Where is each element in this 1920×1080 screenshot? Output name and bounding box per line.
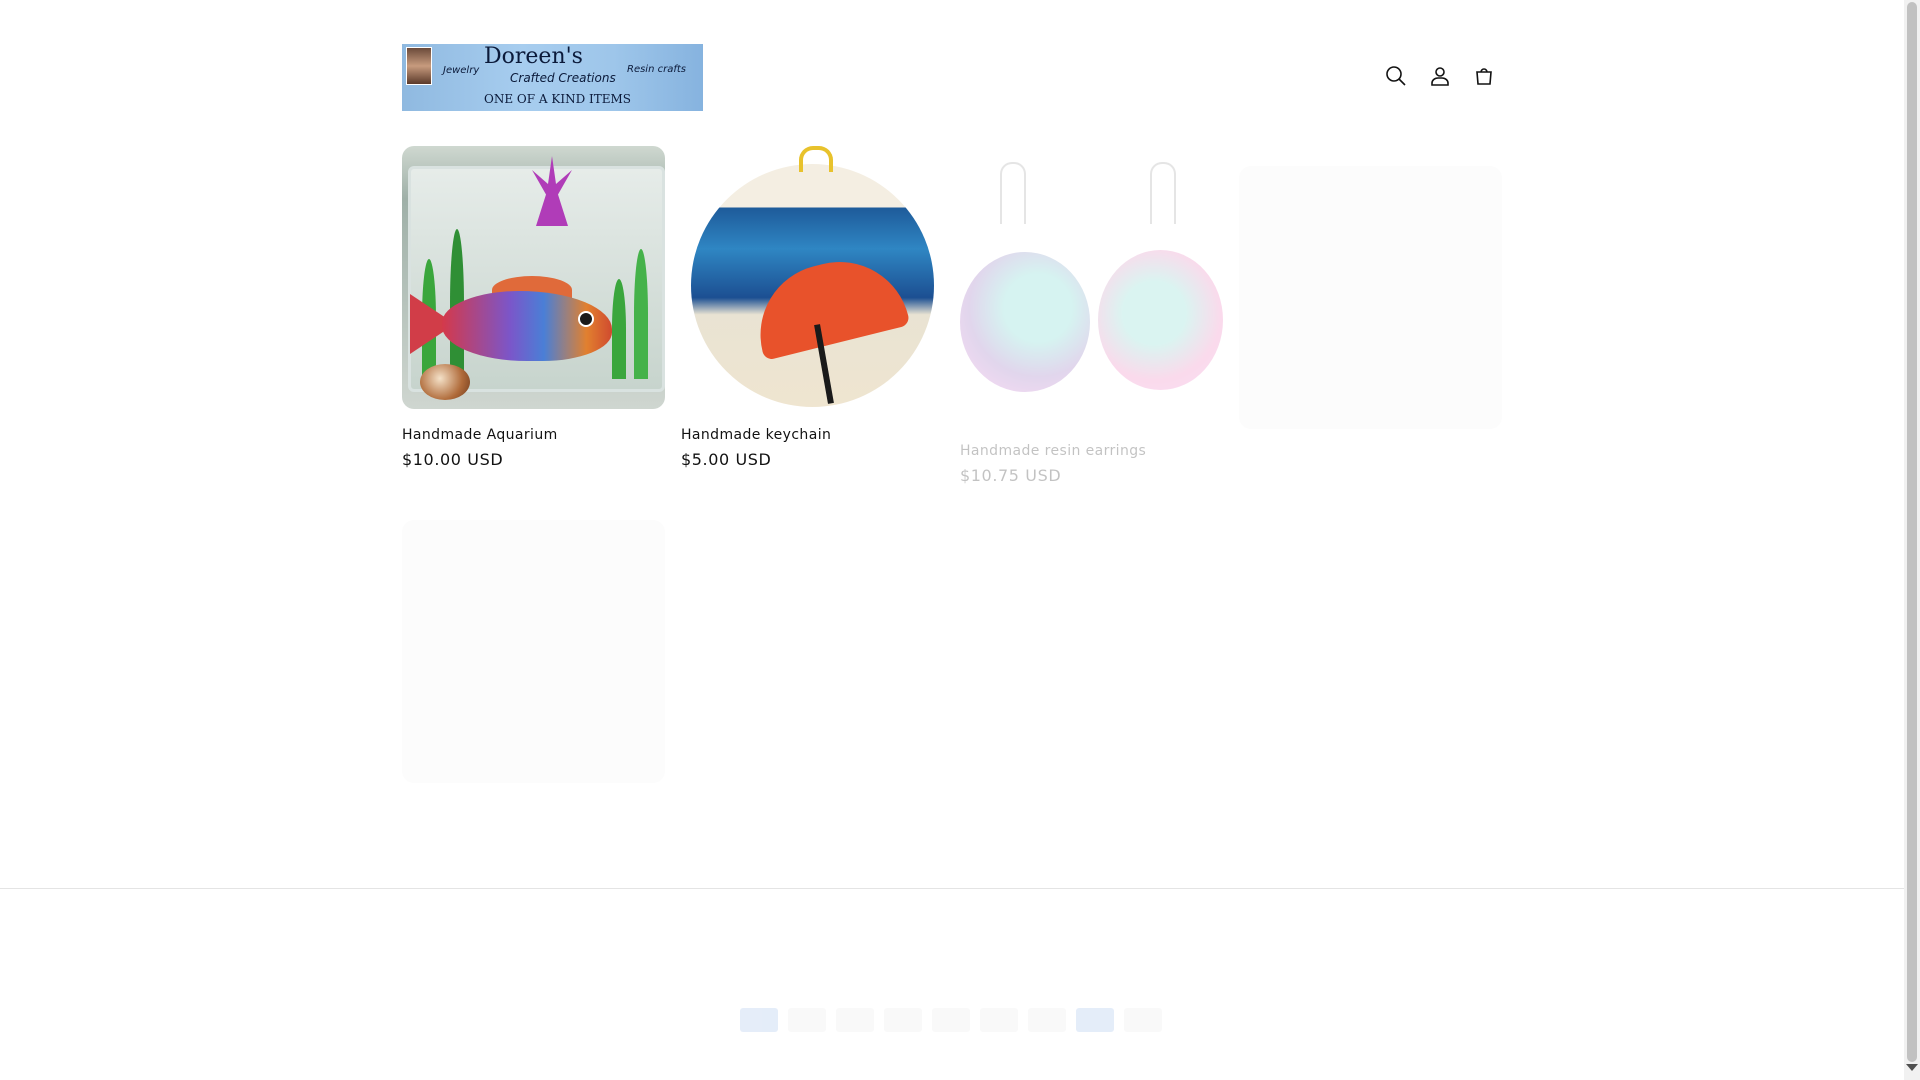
keyring-shape	[799, 146, 833, 172]
keychain-disc	[691, 164, 934, 407]
product-image-earrings[interactable]	[960, 162, 1223, 425]
diners-club-icon	[836, 1008, 874, 1032]
fish-eye	[578, 311, 594, 327]
product-title[interactable]: Handmade resin earrings	[960, 443, 1223, 459]
shop-pay-icon	[1076, 1008, 1114, 1032]
owner-photo	[406, 47, 432, 85]
product-card[interactable]: Handmade Aquarium $10.00 USD	[402, 146, 665, 469]
plant-shape	[634, 249, 648, 379]
plant-shape	[612, 279, 626, 379]
apple-pay-icon	[788, 1008, 826, 1032]
product-image-keychain[interactable]	[681, 146, 944, 409]
product-price: $5.00 USD	[681, 450, 772, 469]
search-icon	[1386, 66, 1406, 86]
mastercard-icon	[980, 1008, 1018, 1032]
visa-icon	[1124, 1008, 1162, 1032]
account-icon	[1431, 67, 1449, 86]
product-title[interactable]: Handmade keychain	[681, 427, 944, 443]
paypal-icon	[1028, 1008, 1066, 1032]
product-price: $10.00 USD	[402, 450, 504, 469]
product-card[interactable]: Handmade resin earrings $10.75 USD	[960, 162, 1223, 485]
product-title[interactable]: Handmade Aquarium	[402, 427, 665, 443]
cart-icon	[1476, 68, 1492, 85]
product-image-aquarium[interactable]	[402, 146, 665, 409]
google-pay-icon	[932, 1008, 970, 1032]
product-price: $10.75 USD	[960, 466, 1062, 485]
product-image-placeholder	[402, 520, 665, 783]
logo-jewelry: Jewelry	[443, 65, 480, 76]
footer-divider	[0, 888, 1904, 889]
payment-icons	[740, 1008, 1162, 1032]
earring-hook	[1150, 162, 1176, 224]
discover-icon	[884, 1008, 922, 1032]
cart-button[interactable]	[1466, 58, 1502, 94]
logo-crafted: Crafted Creations	[510, 71, 616, 85]
scrollbar-thumb[interactable]	[1907, 2, 1917, 1062]
product-card-placeholder	[402, 520, 665, 783]
umbrella-shape	[745, 247, 911, 361]
product-image-placeholder	[1239, 166, 1502, 429]
product-card-placeholder	[1239, 166, 1502, 429]
scroll-down-arrow-icon[interactable]	[1906, 1064, 1918, 1071]
search-button[interactable]	[1378, 58, 1414, 94]
store-logo[interactable]: Doreen's Jewelry Crafted Creations Resin…	[402, 44, 703, 111]
american-express-icon	[740, 1008, 778, 1032]
logo-brand: Doreen's	[484, 44, 583, 69]
product-card[interactable]: Handmade keychain $5.00 USD	[681, 146, 944, 469]
earring-hook	[1000, 162, 1026, 224]
earring-disc	[1098, 250, 1223, 390]
account-button[interactable]	[1422, 58, 1458, 94]
shell-shape	[420, 364, 470, 400]
logo-tagline: ONE OF A KIND ITEMS	[484, 92, 632, 106]
earring-disc	[960, 252, 1090, 392]
logo-resin: Resin crafts	[627, 64, 686, 75]
